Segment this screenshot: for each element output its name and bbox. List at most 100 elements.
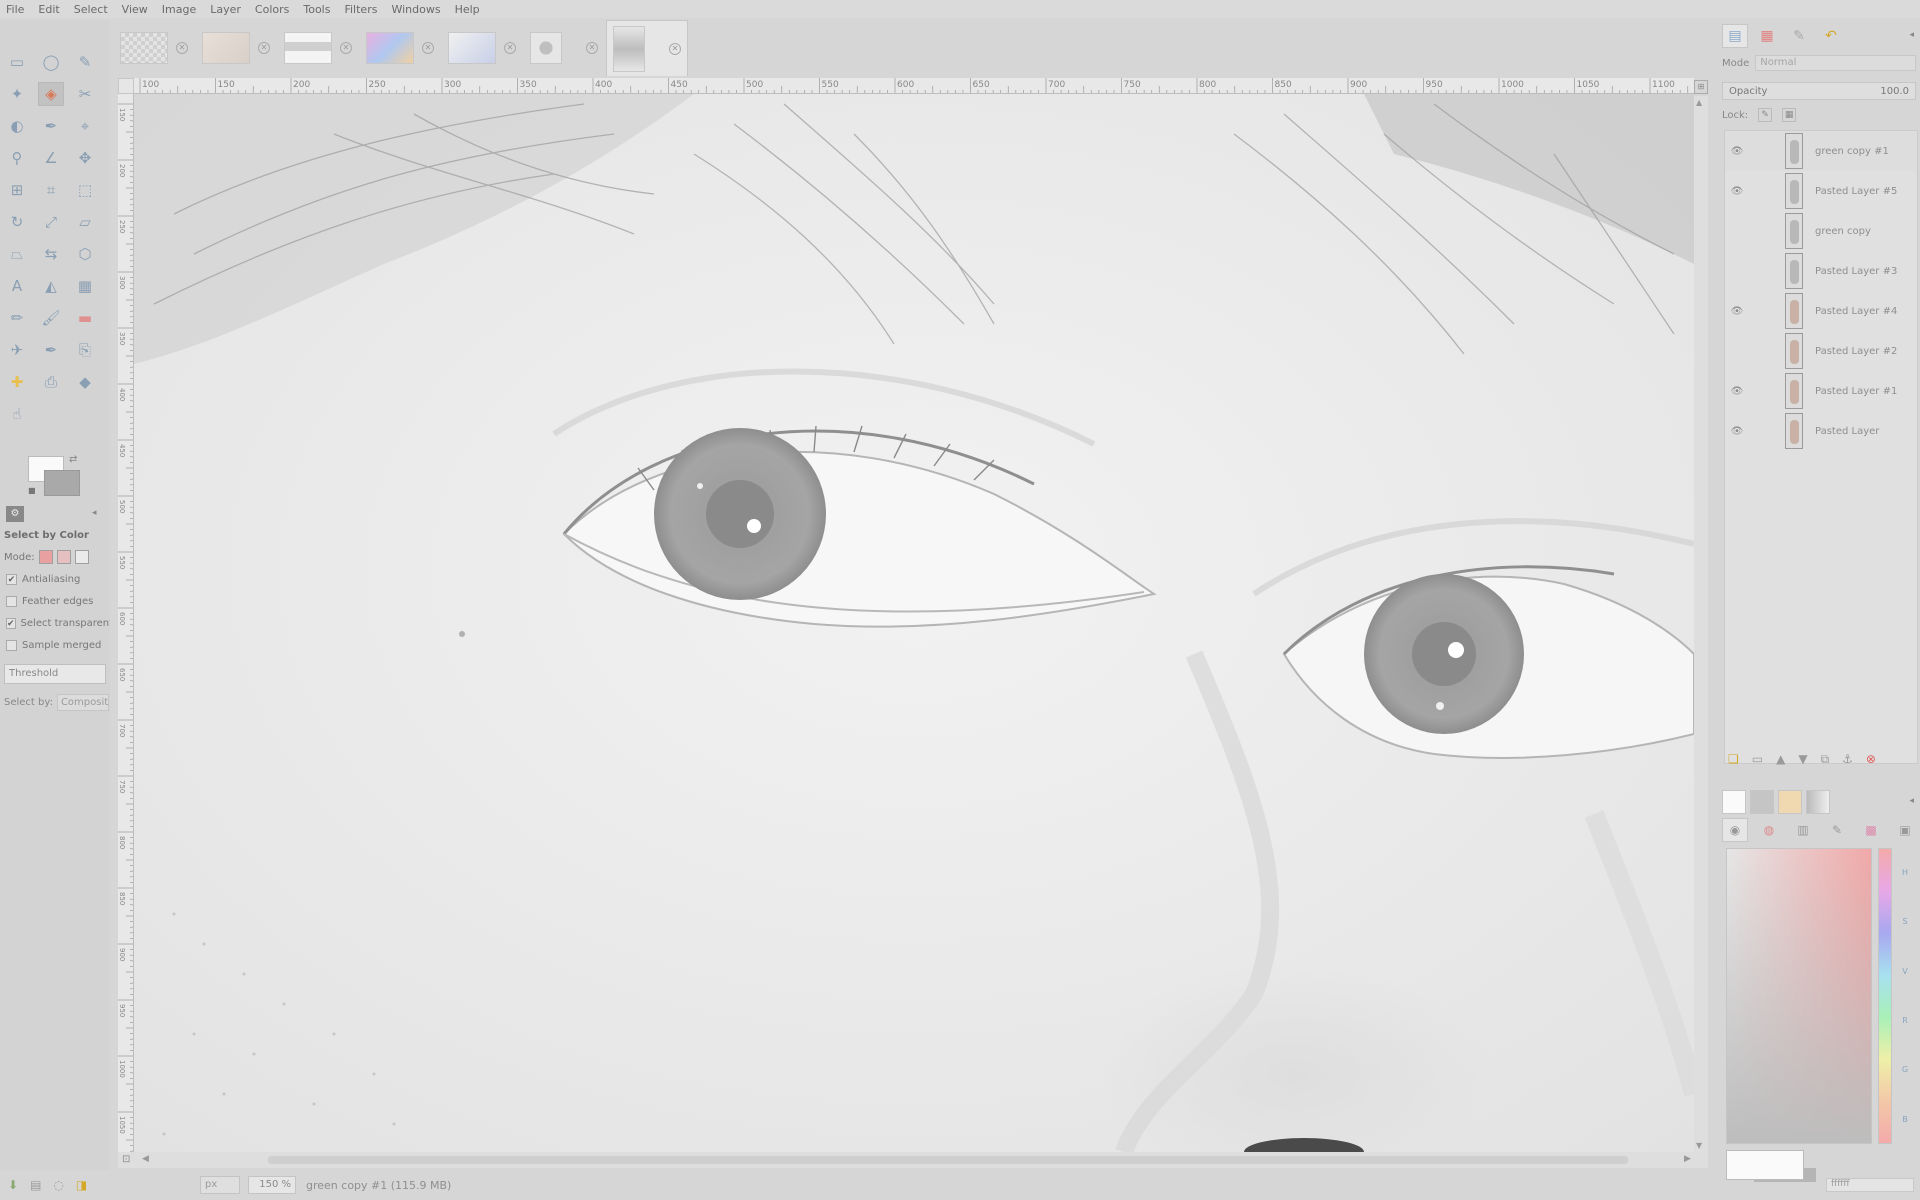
rect-select-tool-icon[interactable]: ▭ [4,50,30,74]
lock-alpha-icon[interactable]: ▦ [1782,108,1797,122]
ellipse-select-tool-icon[interactable]: ◯ [38,50,64,74]
select-by-combo[interactable]: Composite [56,694,109,711]
threshold-slider[interactable]: Threshold [4,664,106,684]
ruler-corner[interactable] [118,78,134,94]
perspective-clone-tool-icon[interactable]: ⎙ [38,370,64,394]
brushes-tab[interactable] [1750,790,1774,814]
scissors-select-tool-icon[interactable]: ✂ [72,82,98,106]
channel-v-button[interactable]: V [1898,967,1912,976]
delete-layer-icon[interactable]: ⊗ [1866,752,1876,767]
rotate-tool-icon[interactable]: ↻ [4,210,30,234]
new-group-icon[interactable]: ▭ [1752,752,1763,767]
layer-name[interactable]: Pasted Layer #5 [1815,186,1897,197]
close-tab-icon[interactable]: ✕ [422,42,434,54]
image-tab[interactable]: ✕ [196,20,278,76]
antialiasing-option[interactable]: ✔ Antialiasing [6,574,80,585]
scroll-left-icon[interactable]: ◀ [142,1154,149,1164]
perspective-tool-icon[interactable]: ⏢ [4,242,30,266]
background-color-swatch[interactable] [44,470,80,496]
layer-row[interactable]: Pasted Layer #2 [1725,331,1917,371]
close-tab-icon[interactable]: ✕ [669,43,681,55]
crop-tool-icon[interactable]: ⌗ [38,178,64,202]
palette-icon[interactable]: ▩ [1858,818,1884,842]
layer-name[interactable]: Pasted Layer #4 [1815,306,1897,317]
new-layer-icon[interactable]: ❏ [1728,752,1739,767]
flip-tool-icon[interactable]: ⇆ [38,242,64,266]
scroll-down-icon[interactable]: ▼ [1696,1141,1702,1150]
vertical-ruler[interactable]: 150 200 250 300 350 400 450 500 550 600 650 700 750 8… [118,94,134,1154]
menu-file[interactable]: File [6,3,24,16]
gimp-selector-icon[interactable]: ◉ [1722,818,1748,842]
feather-checkbox[interactable] [6,596,17,607]
image-canvas[interactable] [134,94,1694,1152]
heal-tool-icon[interactable]: ✚ [4,370,30,394]
scroll-right-icon[interactable]: ▶ [1684,1154,1691,1164]
menu-windows[interactable]: Windows [391,3,440,16]
menu-edit[interactable]: Edit [38,3,59,16]
mode-replace-button[interactable] [38,550,53,564]
transparent-option[interactable]: ✔ Select transparent areas [6,618,110,629]
anchor-layer-icon[interactable]: ⚓ [1842,752,1853,767]
scale-tool-icon[interactable]: ⤢ [38,210,64,234]
channels-tab-icon[interactable]: ▦ [1754,24,1780,48]
default-colors-icon[interactable]: ■ [28,486,36,495]
lower-layer-icon[interactable]: ▼ [1798,752,1807,767]
layer-name[interactable]: Pasted Layer #2 [1815,346,1897,357]
quick-mask-icon[interactable]: ⊡ [122,1154,130,1165]
close-tab-icon[interactable]: ✕ [258,42,270,54]
image-tab[interactable]: ✕ [278,20,360,76]
scales-icon[interactable]: ▣ [1892,818,1918,842]
layer-name[interactable]: Pasted Layer #1 [1815,386,1897,397]
close-tab-icon[interactable]: ✕ [176,42,188,54]
visibility-eye-icon[interactable]: 👁 [1725,426,1749,437]
delete-options-icon[interactable]: ◌ [53,1178,63,1192]
unit-selector[interactable]: px [200,1176,240,1194]
layer-name[interactable]: Pasted Layer [1815,426,1879,437]
menu-image[interactable]: Image [162,3,196,16]
unified-transform-tool-icon[interactable]: ⬚ [72,178,98,202]
color-saturation-value-area[interactable] [1726,848,1872,1144]
menu-filters[interactable]: Filters [344,3,377,16]
fuzzy-select-tool-icon[interactable]: ✦ [4,82,30,106]
channel-s-button[interactable]: S [1898,917,1912,926]
feather-option[interactable]: Feather edges [6,596,93,607]
menu-help[interactable]: Help [455,3,480,16]
swap-colors-icon[interactable]: ⇄ [69,454,77,465]
antialiasing-checkbox[interactable]: ✔ [6,574,17,585]
shear-tool-icon[interactable]: ▱ [72,210,98,234]
current-fg-color[interactable] [1726,1150,1804,1180]
channel-r-button[interactable]: R [1898,1016,1912,1025]
eraser-tool-icon[interactable]: ▬ [72,306,98,330]
visibility-eye-icon[interactable]: 👁 [1725,306,1749,317]
foreground-select-tool-icon[interactable]: ◐ [4,114,30,138]
menu-view[interactable]: View [122,3,148,16]
channel-h-button[interactable]: H [1898,868,1912,877]
layers-tab-icon[interactable]: ▤ [1722,24,1748,48]
mode-add-button[interactable] [56,550,71,564]
raise-layer-icon[interactable]: ▲ [1776,752,1785,767]
airbrush-tool-icon[interactable]: ✈ [4,338,30,362]
save-options-icon[interactable]: ⬇ [8,1178,18,1192]
layer-row[interactable]: 👁 Pasted Layer [1725,411,1917,451]
dock-menu-icon[interactable]: ◂ [1909,30,1914,40]
image-tab[interactable]: ✕ [606,20,688,76]
panel-menu-icon[interactable]: ◂ [92,508,97,518]
image-tab[interactable]: ✕ [360,20,442,76]
fg-bg-tab[interactable] [1722,790,1746,814]
zoom-tool-icon[interactable]: ⚲ [4,146,30,170]
opacity-slider[interactable]: Opacity 100.0 [1722,82,1916,100]
duplicate-layer-icon[interactable]: ⧉ [1821,752,1830,767]
blend-tool-icon[interactable]: ▦ [72,274,98,298]
layer-name[interactable]: Pasted Layer #3 [1815,266,1897,277]
hex-color-field[interactable]: ffffff [1826,1178,1914,1192]
smudge-tool-icon[interactable]: ☝ [4,402,30,426]
image-tab[interactable]: ✕ [114,20,196,76]
close-tab-icon[interactable]: ✕ [504,42,516,54]
layer-row[interactable]: green copy [1725,211,1917,251]
channel-b-button[interactable]: B [1898,1115,1912,1124]
scroll-up-icon[interactable]: ▲ [1696,98,1702,107]
zoom-selector[interactable]: 150 % [248,1176,296,1194]
lock-pixels-icon[interactable]: ✎ [1758,108,1773,122]
cmyk-icon[interactable]: ▥ [1790,818,1816,842]
text-tool-icon[interactable]: A [4,274,30,298]
